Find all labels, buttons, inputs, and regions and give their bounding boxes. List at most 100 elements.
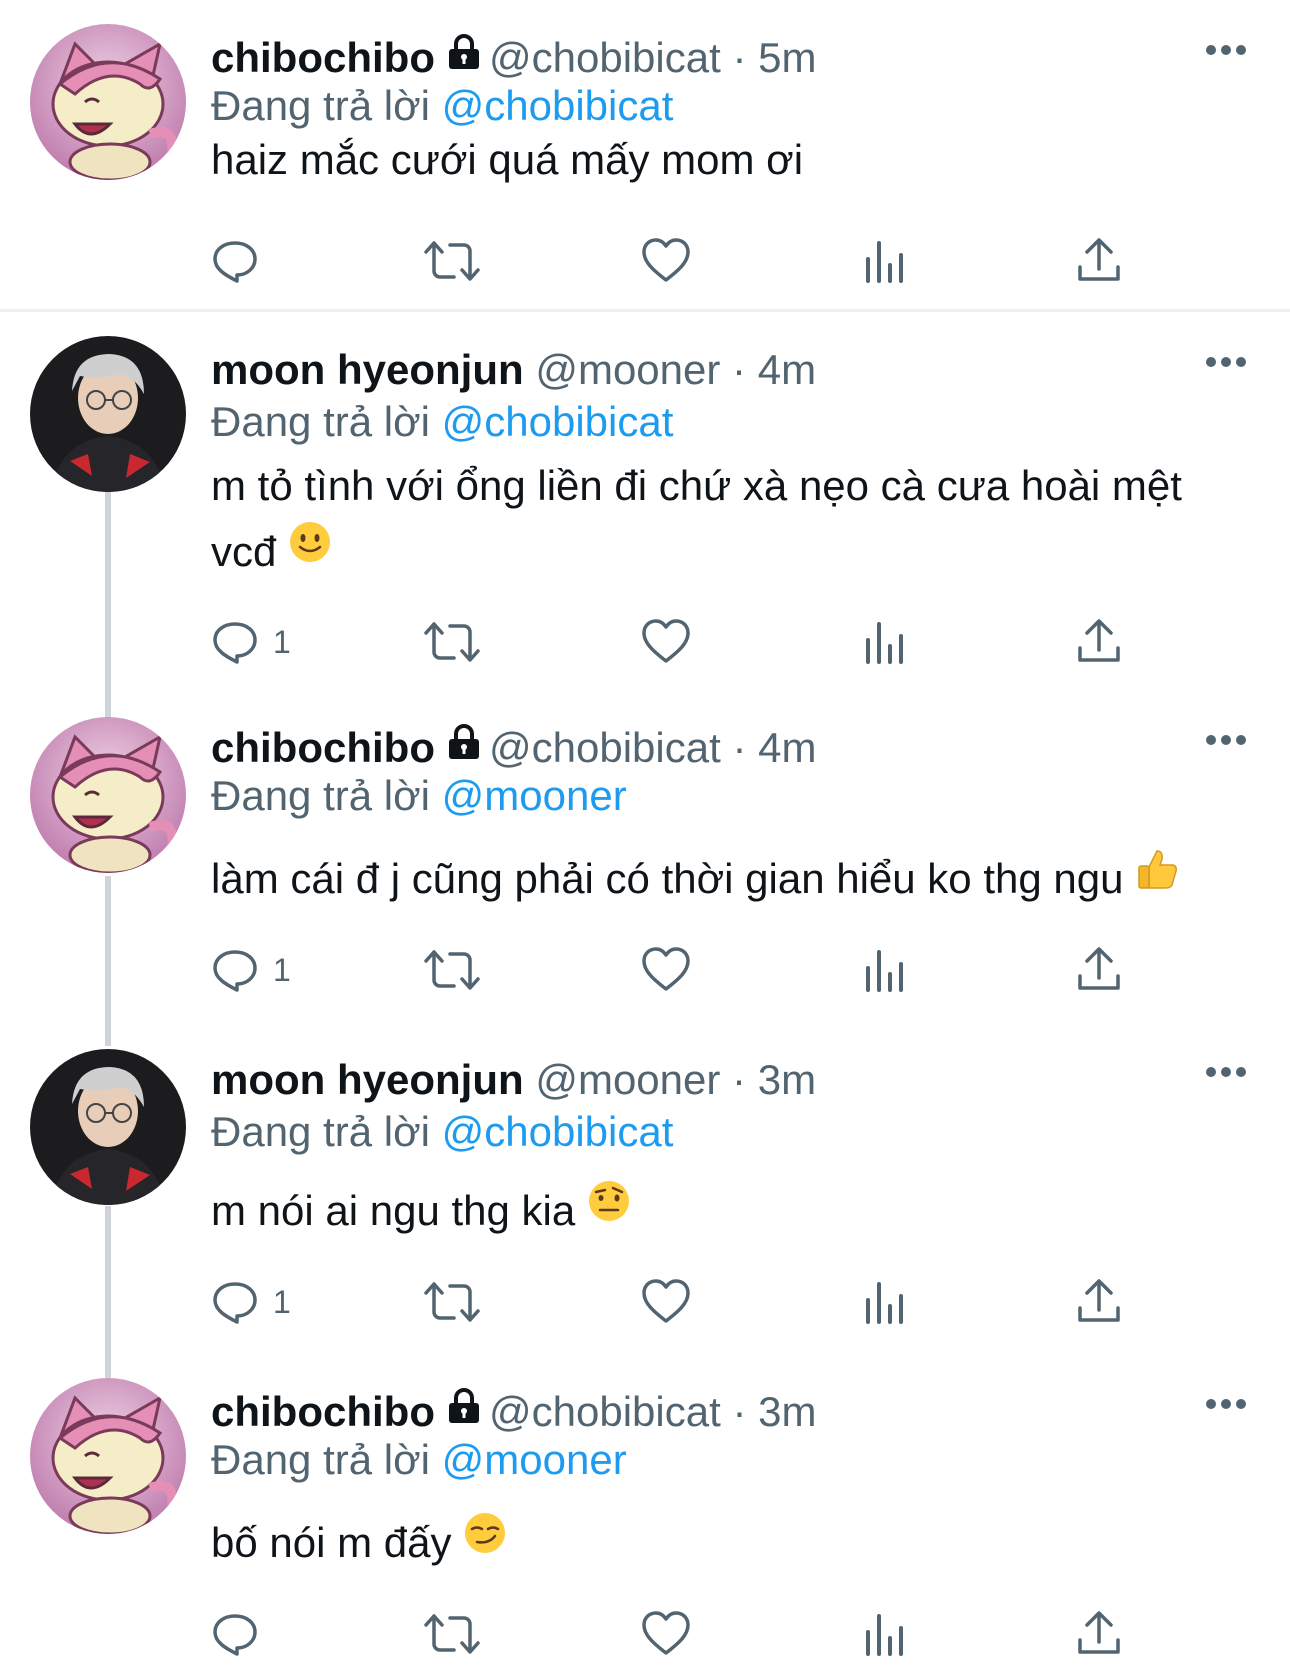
replying-to-label: Đang trả lời: [211, 398, 430, 445]
reply-button[interactable]: 1: [211, 1272, 291, 1332]
views-button[interactable]: [863, 940, 907, 1000]
display-name[interactable]: moon hyeonjun: [211, 1056, 524, 1103]
like-button[interactable]: [641, 940, 691, 1000]
views-button[interactable]: [863, 231, 907, 291]
share-icon: [1076, 946, 1122, 994]
pink-cat-avatar-image: [30, 24, 186, 180]
avatar[interactable]: [30, 1378, 186, 1534]
tweet-text-content: m tỏ tình với ổng liền đi chứ xà nẹo cà …: [211, 462, 1182, 575]
reply-mention-link[interactable]: @mooner: [442, 1436, 627, 1483]
share-button[interactable]: [1076, 612, 1122, 672]
face-with-raised-eyebrow-icon: [587, 1176, 631, 1242]
tweet-actions: 1: [211, 940, 1211, 1000]
retweet-icon: [424, 237, 480, 285]
tweet-actions: [211, 231, 1211, 291]
divider: [0, 309, 1290, 312]
retweet-button[interactable]: [424, 1272, 480, 1332]
share-button[interactable]: [1076, 1604, 1122, 1664]
thumbs-up-icon: [1135, 844, 1179, 910]
views-button[interactable]: [863, 1272, 907, 1332]
reply-button[interactable]: 1: [211, 940, 291, 1000]
user-handle[interactable]: @chobibicat: [489, 34, 721, 81]
reply-count: 1: [273, 623, 291, 660]
tweet-text: haiz mắc cưới quá mấy mom ơi: [211, 127, 1241, 193]
share-icon: [1076, 1278, 1122, 1326]
replying-to: Đang trả lời @mooner: [211, 768, 627, 824]
smirking-face-icon: [463, 1508, 507, 1574]
more-icon[interactable]: [1204, 352, 1248, 372]
slightly-smiling-face-icon: [288, 517, 332, 583]
reply-count: 1: [273, 1283, 291, 1320]
reply-icon: [211, 618, 259, 666]
reply-button[interactable]: 1: [211, 612, 291, 672]
thread-line: [105, 1206, 111, 1378]
reply-icon: [211, 237, 259, 285]
views-button[interactable]: [863, 612, 907, 672]
reply-mention-link[interactable]: @chobibicat: [442, 1108, 674, 1155]
share-button[interactable]: [1076, 231, 1122, 291]
more-icon[interactable]: [1204, 1394, 1248, 1414]
retweet-button[interactable]: [424, 231, 480, 291]
reply-mention-link[interactable]: @chobibicat: [442, 82, 674, 129]
heart-icon: [641, 237, 691, 285]
like-button[interactable]: [641, 231, 691, 291]
tweet-text-content: làm cái đ j cũng phải có thời gian hiểu …: [211, 855, 1124, 902]
views-icon: [863, 946, 907, 994]
reply-mention-link[interactable]: @mooner: [442, 772, 627, 819]
more-icon[interactable]: [1204, 730, 1248, 750]
avatar[interactable]: [30, 336, 186, 492]
reply-icon: [211, 1610, 259, 1658]
share-button[interactable]: [1076, 940, 1122, 1000]
separator-dot: ·: [732, 1388, 747, 1435]
tweet-header: moon hyeonjun @mooner · 4m: [211, 342, 816, 398]
tweet-text: bố nói m đấy: [211, 1510, 1241, 1576]
timestamp[interactable]: 4m: [758, 724, 816, 771]
timestamp[interactable]: 5m: [758, 34, 816, 81]
separator-dot: ·: [732, 34, 747, 81]
avatar[interactable]: [30, 1049, 186, 1205]
views-button[interactable]: [863, 1604, 907, 1664]
pink-cat-avatar-image: [30, 1378, 186, 1534]
display-name[interactable]: chibochibo: [211, 724, 435, 771]
share-button[interactable]: [1076, 1272, 1122, 1332]
reply-icon: [211, 1278, 259, 1326]
retweet-button[interactable]: [424, 940, 480, 1000]
tweet-text-content: m nói ai ngu thg kia: [211, 1187, 576, 1234]
tweet-text: m nói ai ngu thg kia: [211, 1178, 1241, 1244]
display-name[interactable]: chibochibo: [211, 1388, 435, 1435]
avatar[interactable]: [30, 24, 186, 180]
like-button[interactable]: [641, 1604, 691, 1664]
more-icon[interactable]: [1204, 1062, 1248, 1082]
more-icon[interactable]: [1204, 40, 1248, 60]
reply-icon: [211, 946, 259, 994]
separator-dot: ·: [732, 724, 747, 771]
retweet-button[interactable]: [424, 612, 480, 672]
like-button[interactable]: [641, 612, 691, 672]
display-name[interactable]: moon hyeonjun: [211, 346, 524, 393]
user-handle[interactable]: @mooner: [535, 1056, 720, 1103]
views-icon: [863, 1610, 907, 1658]
user-handle[interactable]: @chobibicat: [489, 724, 721, 771]
tweet-actions: 1: [211, 1272, 1211, 1332]
timestamp[interactable]: 3m: [758, 1056, 816, 1103]
retweet-button[interactable]: [424, 1604, 480, 1664]
tweet-text: làm cái đ j cũng phải có thời gian hiểu …: [211, 846, 1241, 912]
avatar[interactable]: [30, 717, 186, 873]
reply-mention-link[interactable]: @chobibicat: [442, 398, 674, 445]
replying-to-label: Đang trả lời: [211, 1436, 430, 1483]
like-button[interactable]: [641, 1272, 691, 1332]
user-handle[interactable]: @mooner: [535, 346, 720, 393]
reply-button[interactable]: [211, 1604, 273, 1664]
gamer-portrait-avatar-image: [30, 1049, 186, 1205]
reply-button[interactable]: [211, 231, 273, 291]
thread-line: [105, 876, 111, 1046]
heart-icon: [641, 946, 691, 994]
timestamp[interactable]: 4m: [758, 346, 816, 393]
views-icon: [863, 1278, 907, 1326]
user-handle[interactable]: @chobibicat: [489, 1388, 721, 1435]
share-icon: [1076, 237, 1122, 285]
share-icon: [1076, 618, 1122, 666]
retweet-icon: [424, 1610, 480, 1658]
display-name[interactable]: chibochibo: [211, 34, 435, 81]
timestamp[interactable]: 3m: [758, 1388, 816, 1435]
